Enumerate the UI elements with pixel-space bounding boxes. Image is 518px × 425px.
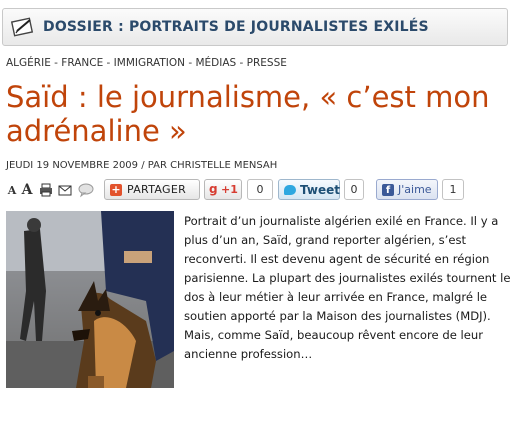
font-larger-icon[interactable]: A bbox=[20, 182, 34, 198]
tweet-count: 0 bbox=[344, 179, 364, 200]
article-title: Saïd : le journalisme, « c’est mon adrén… bbox=[6, 80, 490, 148]
tweet-button[interactable]: Tweet bbox=[278, 179, 340, 200]
article-tags[interactable]: ALGÉRIE - FRANCE - IMMIGRATION - MÉDIAS … bbox=[6, 57, 287, 69]
facebook-icon: f bbox=[382, 184, 394, 196]
like-count: 1 bbox=[442, 179, 464, 200]
article-toolbar: A A + PARTAGER g +1 0 Tweet 0 f J'aime 1 bbox=[6, 179, 516, 203]
like-label: J'aime bbox=[398, 183, 432, 196]
print-icon[interactable] bbox=[39, 182, 53, 198]
article-photo[interactable] bbox=[6, 211, 174, 388]
share-label: PARTAGER bbox=[127, 183, 187, 196]
guard-dog-photo bbox=[6, 211, 174, 388]
share-button[interactable]: + PARTAGER bbox=[104, 179, 200, 200]
tweet-label: Tweet bbox=[300, 183, 340, 197]
twitter-bird-icon bbox=[284, 185, 296, 195]
google-plus-button[interactable]: g +1 bbox=[204, 179, 242, 200]
pencil-paper-icon bbox=[11, 17, 34, 37]
email-icon[interactable] bbox=[58, 182, 72, 198]
article-lead: Portrait d’un journaliste algérien exilé… bbox=[184, 214, 511, 361]
google-plus-label: +1 bbox=[221, 183, 238, 196]
font-smaller-icon[interactable]: A bbox=[6, 182, 18, 198]
facebook-like-button[interactable]: f J'aime bbox=[376, 179, 438, 200]
share-plus-icon: + bbox=[110, 183, 122, 196]
dossier-title: DOSSIER : PORTRAITS DE JOURNALISTES EXIL… bbox=[43, 19, 429, 35]
google-plus-count: 0 bbox=[247, 179, 273, 200]
google-plus-icon: g bbox=[209, 182, 218, 196]
article-byline: JEUDI 19 NOVEMBRE 2009 / PAR CHRISTELLE … bbox=[6, 160, 278, 171]
comment-icon[interactable] bbox=[78, 182, 94, 198]
dossier-banner[interactable]: DOSSIER : PORTRAITS DE JOURNALISTES EXIL… bbox=[2, 8, 508, 46]
